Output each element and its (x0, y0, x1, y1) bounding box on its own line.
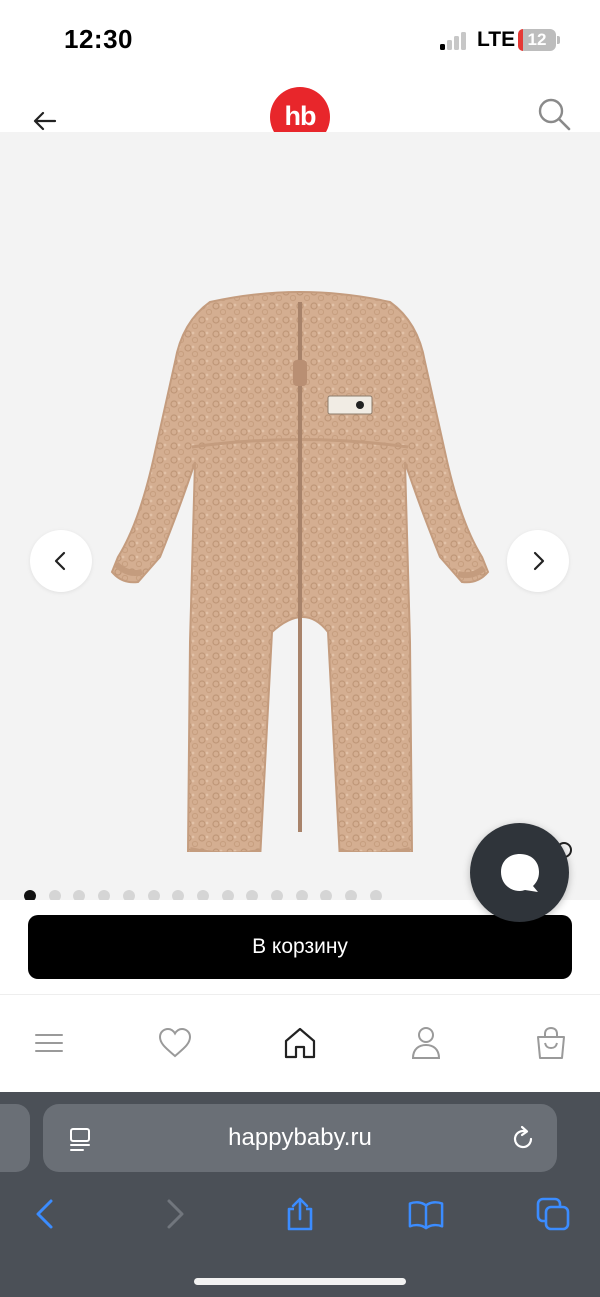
pagination-dot[interactable] (345, 890, 358, 900)
menu-icon[interactable] (31, 1025, 67, 1061)
address-bar[interactable]: happybaby.ru (43, 1104, 557, 1172)
signal-icon (440, 32, 468, 50)
reader-icon[interactable] (68, 1126, 94, 1152)
pagination-dot[interactable] (48, 890, 61, 900)
battery-level: 12 (527, 30, 547, 49)
url-text: happybaby.ru (228, 1124, 372, 1151)
battery-cap (557, 36, 560, 44)
chevron-right-icon (533, 551, 545, 571)
status-bar: 12:30 LTE 12 (0, 0, 600, 80)
bottom-nav (0, 994, 600, 1092)
search-icon[interactable] (536, 96, 572, 132)
pagination-dot[interactable] (122, 890, 135, 900)
status-time: 12:30 (64, 24, 133, 54)
bookmarks-icon[interactable] (408, 1196, 444, 1232)
reload-icon[interactable] (509, 1125, 537, 1153)
home-icon[interactable] (282, 1025, 318, 1061)
pagination-dot[interactable] (295, 890, 308, 900)
pagination-dot[interactable] (246, 890, 259, 900)
pagination-dot[interactable] (271, 890, 283, 900)
browser-forward-icon[interactable] (156, 1196, 192, 1232)
pagination-dot[interactable] (369, 890, 382, 900)
chat-button[interactable] (470, 823, 569, 922)
pagination-dot[interactable] (24, 890, 36, 900)
battery-icon: 12 (518, 29, 556, 51)
pagination-dot[interactable] (221, 890, 234, 900)
share-icon[interactable] (282, 1196, 318, 1232)
pagination-dot[interactable] (196, 890, 209, 900)
pagination-dot[interactable] (172, 890, 185, 900)
chat-bubble-icon (501, 854, 539, 892)
previous-tab[interactable] (0, 1104, 30, 1172)
pagination-dot[interactable] (147, 890, 160, 900)
browser-toolbar: happybaby.ru (0, 1092, 600, 1297)
gallery-next-button[interactable] (507, 530, 569, 592)
pagination-dot[interactable] (98, 890, 111, 900)
site-header: hb (0, 80, 600, 147)
product-gallery[interactable] (0, 132, 600, 900)
chevron-left-icon (54, 551, 66, 571)
gallery-prev-button[interactable] (30, 530, 92, 592)
pagination-dot[interactable] (320, 890, 333, 900)
product-image (100, 212, 500, 862)
heart-icon[interactable] (157, 1025, 193, 1061)
home-indicator[interactable] (194, 1278, 406, 1285)
browser-back-icon[interactable] (28, 1196, 64, 1232)
network-type: LTE (477, 28, 516, 51)
add-to-cart-button[interactable]: В корзину (28, 915, 572, 979)
shopping-bag-icon[interactable] (533, 1025, 569, 1061)
user-icon[interactable] (408, 1025, 444, 1061)
tabs-icon[interactable] (535, 1196, 571, 1232)
pagination-dot[interactable] (73, 890, 86, 900)
